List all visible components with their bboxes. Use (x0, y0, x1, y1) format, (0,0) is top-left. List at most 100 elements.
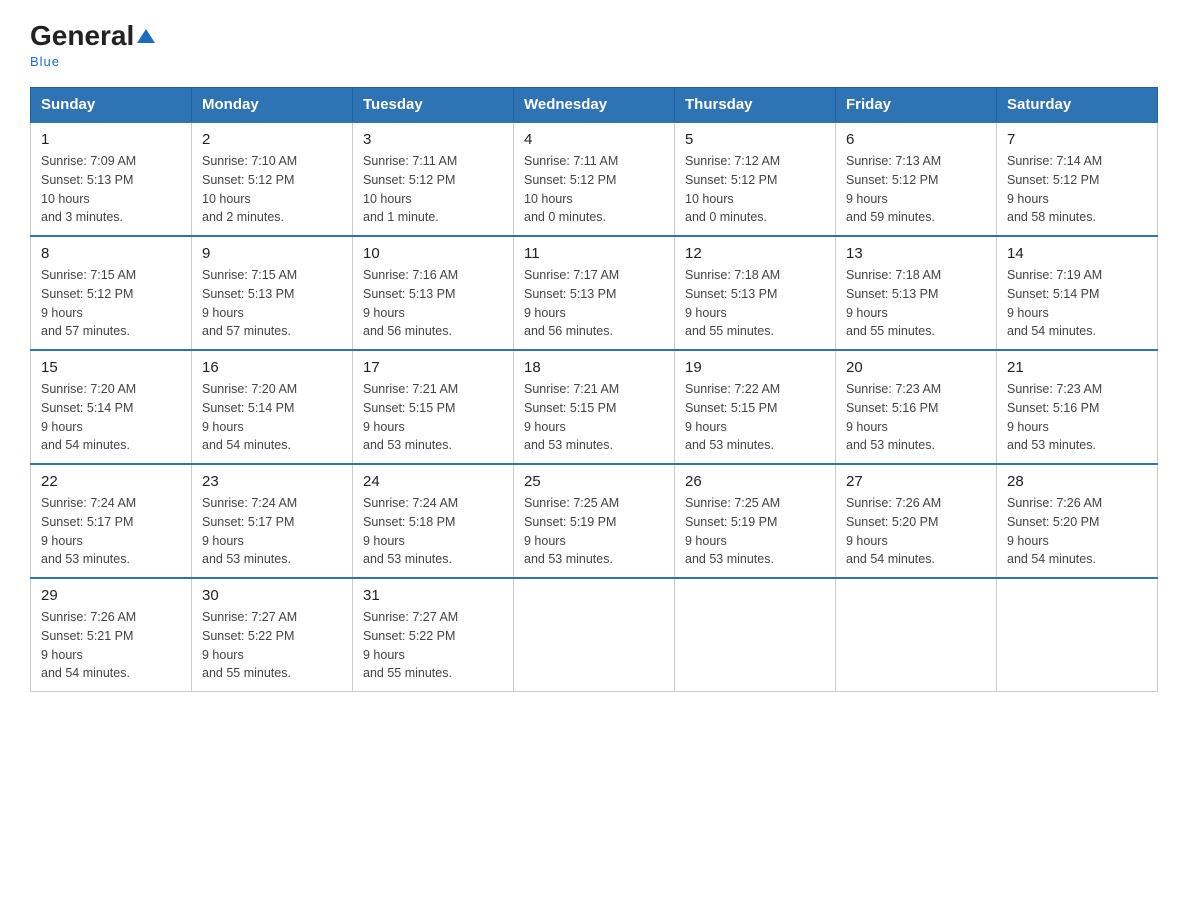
calendar-cell: 9 Sunrise: 7:15 AMSunset: 5:13 PM9 hoursa… (192, 236, 353, 350)
day-number: 5 (685, 131, 825, 148)
calendar-cell: 13 Sunrise: 7:18 AMSunset: 5:13 PM9 hours… (836, 236, 997, 350)
day-info: Sunrise: 7:12 AMSunset: 5:12 PM10 hoursa… (685, 152, 825, 227)
day-info: Sunrise: 7:23 AMSunset: 5:16 PM9 hoursan… (1007, 380, 1147, 455)
day-info: Sunrise: 7:14 AMSunset: 5:12 PM9 hoursan… (1007, 152, 1147, 227)
day-number: 31 (363, 587, 503, 604)
calendar-cell: 16 Sunrise: 7:20 AMSunset: 5:14 PM9 hours… (192, 350, 353, 464)
weekday-header-monday: Monday (192, 88, 353, 123)
calendar-cell: 4Sunrise: 7:11 AMSunset: 5:12 PM10 hours… (514, 122, 675, 236)
day-info: Sunrise: 7:24 AMSunset: 5:17 PM9 hoursan… (202, 494, 342, 569)
calendar-cell: 29 Sunrise: 7:26 AMSunset: 5:21 PM9 hours… (31, 578, 192, 692)
calendar-table: SundayMondayTuesdayWednesdayThursdayFrid… (30, 87, 1158, 692)
calendar-week-row: 15 Sunrise: 7:20 AMSunset: 5:14 PM9 hours… (31, 350, 1158, 464)
day-info: Sunrise: 7:26 AMSunset: 5:20 PM9 hoursan… (846, 494, 986, 569)
day-number: 13 (846, 245, 986, 262)
calendar-header: SundayMondayTuesdayWednesdayThursdayFrid… (31, 88, 1158, 123)
day-number: 15 (41, 359, 181, 376)
calendar-cell: 10 Sunrise: 7:16 AMSunset: 5:13 PM9 hours… (353, 236, 514, 350)
calendar-cell: 5 Sunrise: 7:12 AMSunset: 5:12 PM10 hours… (675, 122, 836, 236)
calendar-cell: 1Sunrise: 7:09 AMSunset: 5:13 PM10 hours… (31, 122, 192, 236)
day-number: 25 (524, 473, 664, 490)
day-number: 21 (1007, 359, 1147, 376)
day-info: Sunrise: 7:21 AMSunset: 5:15 PM9 hoursan… (363, 380, 503, 455)
calendar-cell: 7 Sunrise: 7:14 AMSunset: 5:12 PM9 hoursa… (997, 122, 1158, 236)
calendar-cell: 18 Sunrise: 7:21 AMSunset: 5:15 PM9 hours… (514, 350, 675, 464)
day-info: Sunrise: 7:24 AMSunset: 5:17 PM9 hoursan… (41, 494, 181, 569)
calendar-cell: 3 Sunrise: 7:11 AMSunset: 5:12 PM10 hours… (353, 122, 514, 236)
calendar-cell: 2 Sunrise: 7:10 AMSunset: 5:12 PM10 hours… (192, 122, 353, 236)
day-info: Sunrise: 7:16 AMSunset: 5:13 PM9 hoursan… (363, 266, 503, 341)
calendar-cell: 6Sunrise: 7:13 AMSunset: 5:12 PM9 hoursa… (836, 122, 997, 236)
day-info: Sunrise: 7:27 AMSunset: 5:22 PM9 hoursan… (202, 608, 342, 683)
day-number: 24 (363, 473, 503, 490)
day-info: Sunrise: 7:17 AMSunset: 5:13 PM9 hoursan… (524, 266, 664, 341)
header: General Blue (30, 20, 1158, 69)
calendar-week-row: 8 Sunrise: 7:15 AMSunset: 5:12 PM9 hoursa… (31, 236, 1158, 350)
day-number: 12 (685, 245, 825, 262)
day-number: 3 (363, 131, 503, 148)
calendar-cell: 24 Sunrise: 7:24 AMSunset: 5:18 PM9 hours… (353, 464, 514, 578)
logo-subtitle: Blue (30, 54, 60, 69)
day-info: Sunrise: 7:11 AMSunset: 5:12 PM10 hoursa… (524, 152, 664, 227)
day-info: Sunrise: 7:10 AMSunset: 5:12 PM10 hoursa… (202, 152, 342, 227)
day-number: 2 (202, 131, 342, 148)
weekday-header-saturday: Saturday (997, 88, 1158, 123)
calendar-cell: 12Sunrise: 7:18 AMSunset: 5:13 PM9 hours… (675, 236, 836, 350)
calendar-body: 1Sunrise: 7:09 AMSunset: 5:13 PM10 hours… (31, 122, 1158, 692)
day-number: 6 (846, 131, 986, 148)
day-number: 30 (202, 587, 342, 604)
day-number: 14 (1007, 245, 1147, 262)
day-info: Sunrise: 7:11 AMSunset: 5:12 PM10 hoursa… (363, 152, 503, 227)
calendar-cell: 11 Sunrise: 7:17 AMSunset: 5:13 PM9 hours… (514, 236, 675, 350)
calendar-cell (997, 578, 1158, 692)
day-number: 23 (202, 473, 342, 490)
weekday-header-thursday: Thursday (675, 88, 836, 123)
day-number: 19 (685, 359, 825, 376)
day-info: Sunrise: 7:23 AMSunset: 5:16 PM9 hoursan… (846, 380, 986, 455)
logo-triangle-icon (135, 25, 157, 47)
day-info: Sunrise: 7:26 AMSunset: 5:21 PM9 hoursan… (41, 608, 181, 683)
day-info: Sunrise: 7:20 AMSunset: 5:14 PM9 hoursan… (202, 380, 342, 455)
day-number: 16 (202, 359, 342, 376)
calendar-week-row: 22 Sunrise: 7:24 AMSunset: 5:17 PM9 hours… (31, 464, 1158, 578)
calendar-cell: 19Sunrise: 7:22 AMSunset: 5:15 PM9 hours… (675, 350, 836, 464)
calendar-cell: 21 Sunrise: 7:23 AMSunset: 5:16 PM9 hours… (997, 350, 1158, 464)
calendar-cell: 15 Sunrise: 7:20 AMSunset: 5:14 PM9 hours… (31, 350, 192, 464)
calendar-cell: 22 Sunrise: 7:24 AMSunset: 5:17 PM9 hours… (31, 464, 192, 578)
day-info: Sunrise: 7:18 AMSunset: 5:13 PM9 hoursan… (846, 266, 986, 341)
logo-general: General (30, 20, 134, 52)
day-info: Sunrise: 7:24 AMSunset: 5:18 PM9 hoursan… (363, 494, 503, 569)
calendar-cell (514, 578, 675, 692)
calendar-cell (836, 578, 997, 692)
day-info: Sunrise: 7:09 AMSunset: 5:13 PM10 hoursa… (41, 152, 181, 227)
day-number: 9 (202, 245, 342, 262)
calendar-cell: 27 Sunrise: 7:26 AMSunset: 5:20 PM9 hours… (836, 464, 997, 578)
calendar-cell: 23 Sunrise: 7:24 AMSunset: 5:17 PM9 hours… (192, 464, 353, 578)
day-info: Sunrise: 7:19 AMSunset: 5:14 PM9 hoursan… (1007, 266, 1147, 341)
calendar-cell: 30 Sunrise: 7:27 AMSunset: 5:22 PM9 hours… (192, 578, 353, 692)
day-number: 11 (524, 245, 664, 262)
day-number: 17 (363, 359, 503, 376)
weekday-header-tuesday: Tuesday (353, 88, 514, 123)
day-number: 26 (685, 473, 825, 490)
calendar-cell: 25Sunrise: 7:25 AMSunset: 5:19 PM9 hours… (514, 464, 675, 578)
day-number: 20 (846, 359, 986, 376)
day-info: Sunrise: 7:27 AMSunset: 5:22 PM9 hoursan… (363, 608, 503, 683)
day-number: 10 (363, 245, 503, 262)
day-number: 7 (1007, 131, 1147, 148)
day-number: 8 (41, 245, 181, 262)
day-number: 27 (846, 473, 986, 490)
day-info: Sunrise: 7:21 AMSunset: 5:15 PM9 hoursan… (524, 380, 664, 455)
weekday-header-friday: Friday (836, 88, 997, 123)
weekday-header-wednesday: Wednesday (514, 88, 675, 123)
calendar-cell: 8 Sunrise: 7:15 AMSunset: 5:12 PM9 hoursa… (31, 236, 192, 350)
calendar-cell: 17 Sunrise: 7:21 AMSunset: 5:15 PM9 hours… (353, 350, 514, 464)
calendar-cell: 28Sunrise: 7:26 AMSunset: 5:20 PM9 hours… (997, 464, 1158, 578)
day-info: Sunrise: 7:15 AMSunset: 5:13 PM9 hoursan… (202, 266, 342, 341)
day-info: Sunrise: 7:20 AMSunset: 5:14 PM9 hoursan… (41, 380, 181, 455)
day-number: 18 (524, 359, 664, 376)
calendar-cell: 26Sunrise: 7:25 AMSunset: 5:19 PM9 hours… (675, 464, 836, 578)
day-info: Sunrise: 7:15 AMSunset: 5:12 PM9 hoursan… (41, 266, 181, 341)
day-number: 22 (41, 473, 181, 490)
day-number: 29 (41, 587, 181, 604)
